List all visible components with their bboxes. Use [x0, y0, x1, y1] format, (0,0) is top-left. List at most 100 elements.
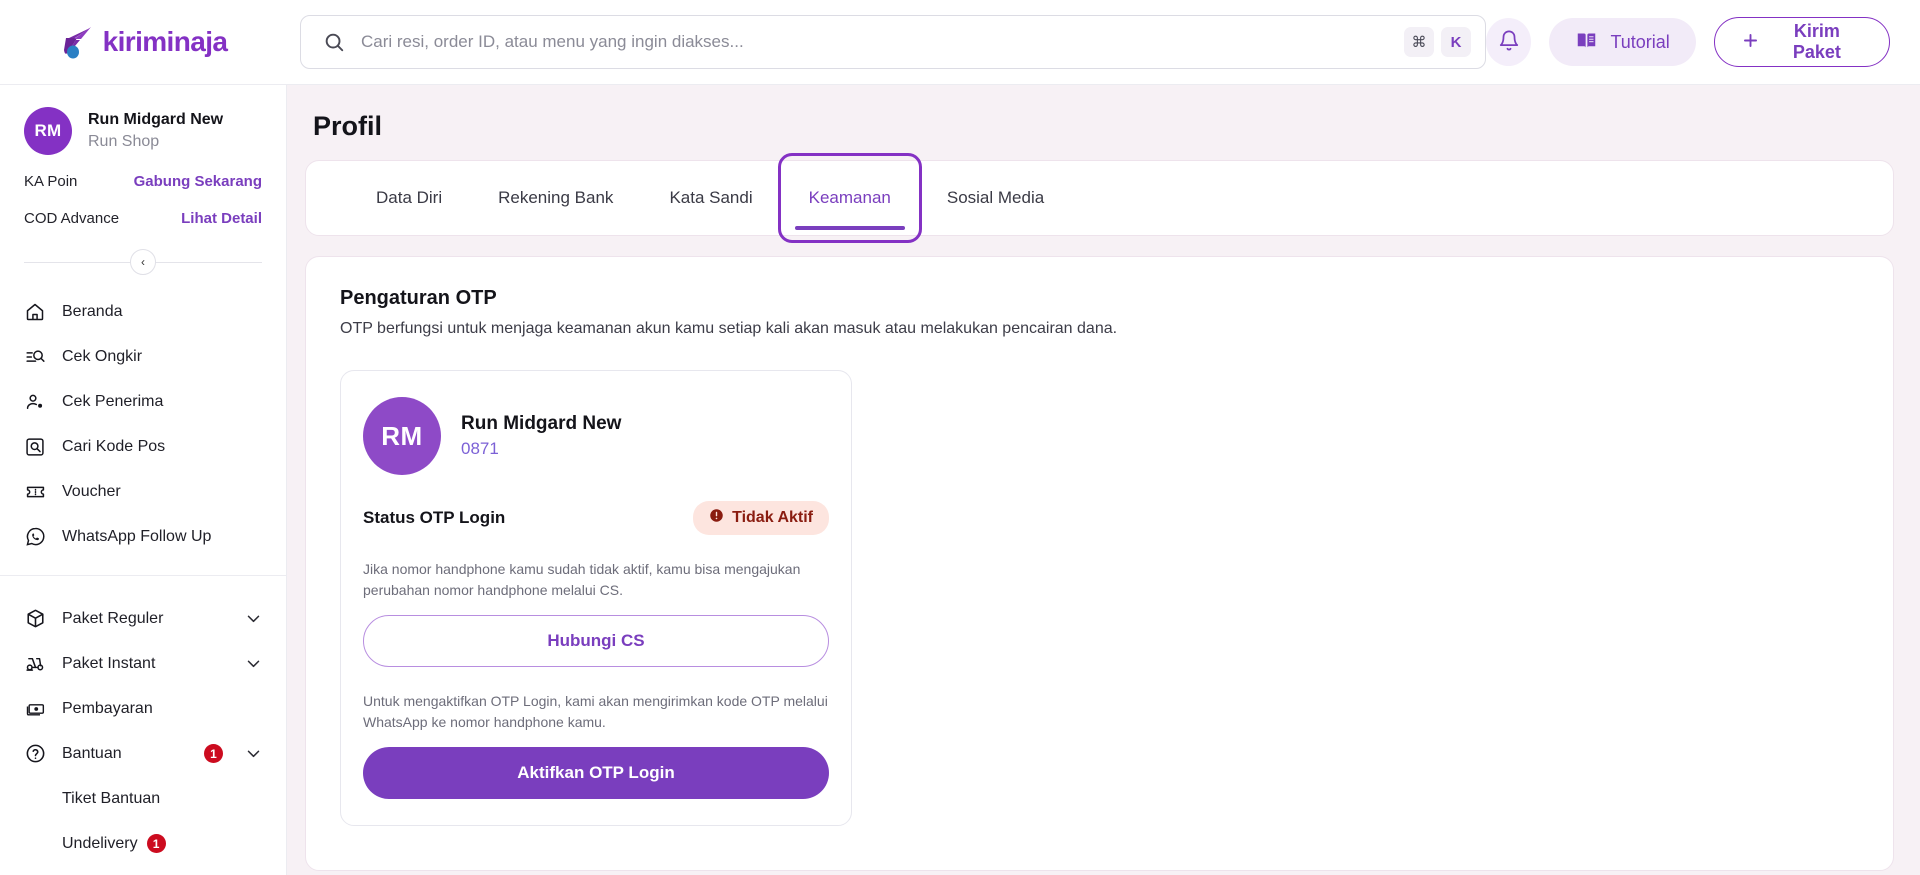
sidebar-item-pembayaran[interactable]: Pembayaran — [0, 686, 286, 731]
sidebar-item-cek-ongkir[interactable]: Cek Ongkir — [0, 334, 286, 379]
otp-identity: Run Midgard New 0871 — [461, 413, 621, 459]
kirim-paket-button[interactable]: Kirim Paket — [1714, 17, 1890, 67]
whatsapp-icon — [24, 526, 46, 547]
otp-phone-number: 0871 — [461, 439, 621, 459]
book-icon — [1575, 30, 1598, 54]
cod-advance-label: COD Advance — [24, 210, 119, 227]
otp-cs-helper-text: Jika nomor handphone kamu sudah tidak ak… — [363, 559, 829, 601]
tab-label: Keamanan — [809, 188, 891, 208]
chevron-down-icon[interactable] — [245, 655, 262, 672]
otp-avatar: RM — [363, 397, 441, 475]
tutorial-label: Tutorial — [1610, 32, 1669, 53]
sidebar-item-tiket-bantuan[interactable]: Tiket Bantuan — [0, 776, 286, 821]
kiriminaja-arrow-icon — [60, 25, 96, 59]
sidebar-sub-label: Tiket Bantuan — [62, 790, 160, 808]
notifications-button[interactable] — [1486, 18, 1531, 66]
tab-label: Rekening Bank — [498, 188, 613, 208]
sidebar-sub-label: Undelivery — [62, 835, 138, 853]
undelivery-badge: 1 — [147, 834, 166, 853]
sidebar-label: Paket Reguler — [62, 610, 229, 628]
tab-label: Kata Sandi — [669, 188, 752, 208]
section-title: Pengaturan OTP — [340, 287, 1859, 310]
sidebar-label: Beranda — [62, 303, 262, 321]
info-icon — [709, 508, 724, 528]
sidebar-item-paket-reguler[interactable]: Paket Reguler — [0, 596, 286, 641]
chevron-down-icon[interactable] — [245, 610, 262, 627]
search-box[interactable]: ⌘ K — [300, 15, 1486, 69]
tab-label: Sosial Media — [947, 188, 1044, 208]
sidebar-profile[interactable]: RM Run Midgard New Run Shop — [0, 85, 286, 163]
sidebar-item-cek-penerima[interactable]: Cek Penerima — [0, 379, 286, 424]
sidebar-label: Cek Penerima — [62, 393, 262, 411]
sidebar-item-cari-kode-pos[interactable]: Cari Kode Pos — [0, 424, 286, 469]
sidebar-label: Cari Kode Pos — [62, 438, 262, 456]
otp-activate-helper-text: Untuk mengaktifkan OTP Login, kami akan … — [363, 691, 829, 733]
section-subtitle: OTP berfungsi untuk menjaga keamanan aku… — [340, 320, 1859, 338]
tab-data-diri[interactable]: Data Diri — [348, 161, 470, 235]
brand-name: kiriminaja — [103, 26, 228, 58]
sidebar-item-whatsapp-follow-up[interactable]: WhatsApp Follow Up — [0, 514, 286, 559]
profile-tabs: Data Diri Rekening Bank Kata Sandi Keama… — [305, 160, 1894, 236]
chevron-left-icon: ‹ — [141, 256, 145, 268]
scooter-icon — [24, 653, 46, 674]
top-bar-actions: Tutorial Kirim Paket — [1486, 17, 1890, 67]
profile-name: Run Midgard New — [88, 109, 223, 131]
ka-poin-link[interactable]: Gabung Sekarang — [134, 173, 262, 190]
sidebar-label: WhatsApp Follow Up — [62, 528, 262, 546]
tab-kata-sandi[interactable]: Kata Sandi — [641, 161, 780, 235]
sidebar-divider: ‹ — [24, 249, 262, 275]
money-icon — [24, 699, 46, 719]
sidebar-label: Voucher — [62, 483, 262, 501]
home-icon — [24, 302, 46, 322]
sidebar-nav-secondary: Paket Reguler Paket Instant — [0, 588, 286, 866]
ticket-icon — [24, 482, 46, 502]
search-shortcut-group: ⌘ K — [1404, 27, 1471, 57]
sidebar-collapse-button[interactable]: ‹ — [130, 249, 156, 275]
main-content: Profil Data Diri Rekening Bank Kata Sand… — [287, 85, 1920, 875]
sidebar-item-voucher[interactable]: Voucher — [0, 469, 286, 514]
profile-shop: Run Shop — [88, 131, 223, 153]
aktifkan-otp-login-button[interactable]: Aktifkan OTP Login — [363, 747, 829, 799]
otp-status-row: Status OTP Login Tidak Aktif — [363, 501, 829, 535]
tab-rekening-bank[interactable]: Rekening Bank — [470, 161, 641, 235]
kirim-paket-label: Kirim Paket — [1771, 21, 1863, 63]
sidebar-label: Pembayaran — [62, 700, 262, 718]
shortcut-modifier-key[interactable]: ⌘ — [1404, 27, 1434, 57]
hubungi-cs-button[interactable]: Hubungi CS — [363, 615, 829, 667]
status-badge: Tidak Aktif — [693, 501, 829, 535]
tab-sosial-media[interactable]: Sosial Media — [919, 161, 1072, 235]
sidebar-section-divider — [0, 575, 286, 576]
keamanan-panel: Pengaturan OTP OTP berfungsi untuk menja… — [305, 256, 1894, 871]
sidebar-label: Cek Ongkir — [62, 348, 262, 366]
body-row: RM Run Midgard New Run Shop KA Poin Gabu… — [0, 85, 1920, 875]
sidebar-nav-primary: Beranda Cek Ongkir — [0, 281, 286, 559]
search-list-icon — [24, 347, 46, 367]
ka-poin-row: KA Poin Gabung Sekarang — [0, 163, 286, 200]
brand-logo[interactable]: kiriminaja — [60, 25, 228, 59]
postal-search-icon — [24, 437, 46, 457]
bell-icon — [1498, 29, 1520, 55]
question-circle-icon — [24, 743, 46, 764]
search-wrapper: ⌘ K — [300, 15, 1486, 69]
status-badge-text: Tidak Aktif — [732, 509, 813, 527]
tutorial-button[interactable]: Tutorial — [1549, 18, 1695, 66]
otp-login-card: RM Run Midgard New 0871 Status OTP Login — [340, 370, 852, 826]
sidebar-item-beranda[interactable]: Beranda — [0, 289, 286, 334]
top-bar: kiriminaja ⌘ K — [0, 0, 1920, 85]
sidebar-item-paket-instant[interactable]: Paket Instant — [0, 641, 286, 686]
cod-advance-link[interactable]: Lihat Detail — [181, 210, 262, 227]
search-icon — [323, 31, 345, 53]
otp-account-name: Run Midgard New — [461, 413, 621, 435]
tab-keamanan[interactable]: Keamanan — [781, 156, 919, 240]
box-icon — [24, 608, 46, 629]
app-root: kiriminaja ⌘ K — [0, 0, 1920, 875]
chevron-down-icon[interactable] — [245, 745, 262, 762]
sidebar-item-bantuan[interactable]: Bantuan 1 — [0, 731, 286, 776]
sidebar: RM Run Midgard New Run Shop KA Poin Gabu… — [0, 85, 287, 875]
shortcut-letter-key[interactable]: K — [1441, 27, 1471, 57]
sidebar-profile-text: Run Midgard New Run Shop — [88, 109, 223, 152]
sidebar-label: Bantuan — [62, 745, 188, 763]
search-input[interactable] — [361, 32, 1404, 52]
otp-status-label: Status OTP Login — [363, 508, 505, 528]
sidebar-item-undelivery[interactable]: Undelivery 1 — [0, 821, 286, 866]
